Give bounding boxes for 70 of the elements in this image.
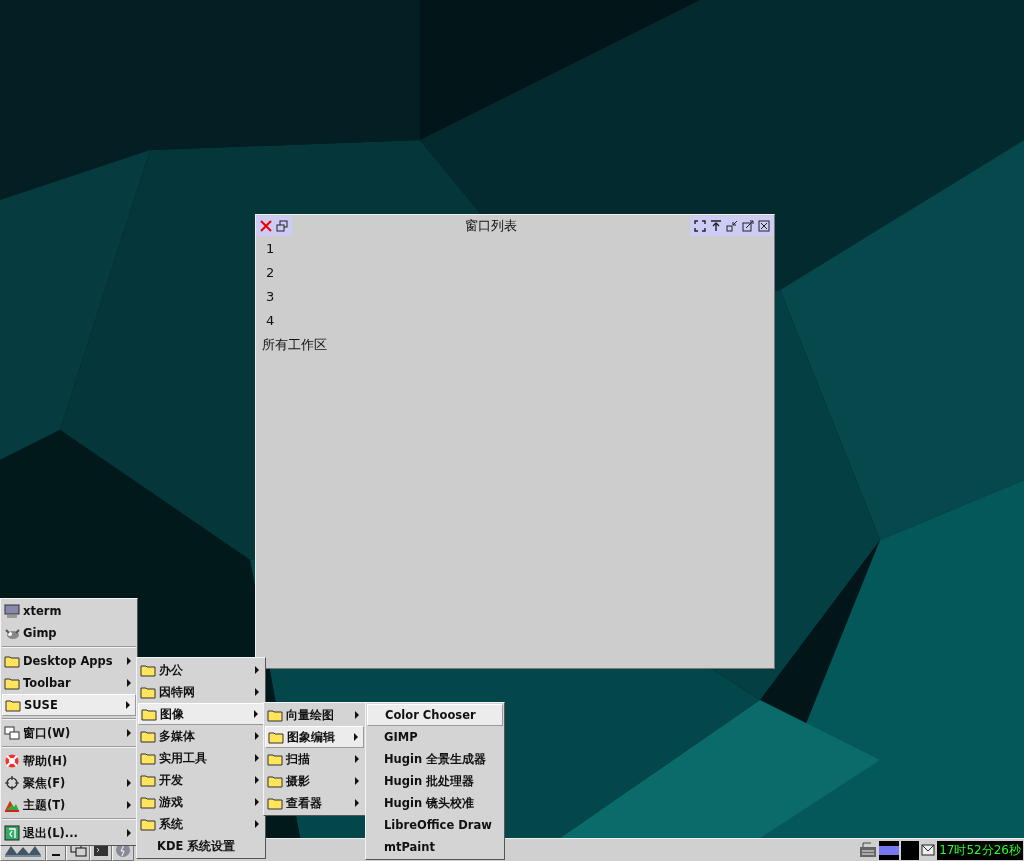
menu-item[interactable]: GIMP — [367, 726, 503, 748]
minimize-icon[interactable] — [725, 219, 739, 233]
folder-icon — [4, 675, 20, 691]
window-title: 窗口列表 — [464, 217, 518, 235]
menu-item[interactable]: mtPaint — [367, 836, 503, 858]
menu-item[interactable]: Toolbar — [2, 672, 136, 694]
menu-item[interactable]: 办公 — [138, 659, 264, 681]
network-meter-icon — [901, 840, 920, 860]
maximize-icon[interactable] — [741, 219, 755, 233]
monitor-icon — [4, 603, 20, 619]
menu-item[interactable]: SUSE — [2, 694, 136, 716]
folder-icon — [267, 707, 283, 723]
folder-icon — [4, 653, 20, 669]
menu-item[interactable]: 因特网 — [138, 681, 264, 703]
windows-icon — [4, 725, 20, 741]
list-item[interactable]: 3 — [256, 285, 275, 309]
menu-item[interactable]: KDE 系统设置 — [138, 835, 264, 857]
menu-item[interactable]: Hugin 批处理器 — [367, 770, 503, 792]
folder-icon — [140, 750, 156, 766]
menu-item[interactable]: Hugin 全景生成器 — [367, 748, 503, 770]
underscore-icon — [52, 854, 60, 856]
menu-item[interactable]: 帮助(H) — [2, 750, 136, 772]
menu-item[interactable]: 退出(L)... — [2, 822, 136, 844]
list-item[interactable]: 所有工作区 — [256, 333, 327, 357]
cpu-meter-icon — [879, 840, 900, 860]
folder-icon — [140, 794, 156, 810]
folder-icon — [141, 706, 157, 722]
folder-icon — [267, 751, 283, 767]
restore-icon[interactable] — [275, 219, 289, 233]
menu-item[interactable]: 图象编辑 — [265, 726, 364, 748]
folder-icon — [140, 684, 156, 700]
folder-icon — [140, 728, 156, 744]
menu-item[interactable]: 扫描 — [265, 748, 364, 770]
fullscreen-icon[interactable] — [693, 219, 707, 233]
folder-icon — [268, 729, 284, 745]
menu-item[interactable]: 向量绘图 — [265, 704, 364, 726]
menu-item[interactable]: 主题(T) — [2, 794, 136, 816]
menu-item[interactable]: 系统 — [138, 813, 264, 835]
clock: 17时52分26秒 — [937, 840, 1023, 860]
folder-icon — [140, 662, 156, 678]
raise-icon[interactable] — [709, 219, 723, 233]
mail-icon — [921, 844, 936, 856]
menu-item[interactable]: Color Chooser — [367, 704, 503, 726]
menu-item[interactable]: Desktop Apps — [2, 650, 136, 672]
menu-item[interactable]: 聚焦(F) — [2, 772, 136, 794]
list-item[interactable]: 1 — [256, 237, 275, 261]
menu-item[interactable]: 窗口(W) — [2, 722, 136, 744]
folder-icon — [140, 772, 156, 788]
exit-icon — [4, 825, 20, 841]
menu-item[interactable]: LibreOffice Draw — [367, 814, 503, 836]
menu-item[interactable]: 多媒体 — [138, 725, 264, 747]
menu-item[interactable]: 开发 — [138, 769, 264, 791]
menu-item[interactable]: Hugin 镜头校准 — [367, 792, 503, 814]
folder-icon — [267, 773, 283, 789]
crosshair-icon — [4, 775, 20, 791]
list-item[interactable]: 4 — [256, 309, 275, 333]
menu-item[interactable]: Gimp — [2, 622, 136, 644]
menu-item[interactable]: 图像 — [138, 703, 264, 725]
keyboard-icon — [859, 841, 878, 859]
folder-icon — [267, 795, 283, 811]
menu-item[interactable]: xterm — [2, 600, 136, 622]
close-icon[interactable] — [757, 219, 771, 233]
menu-item[interactable]: 摄影 — [265, 770, 364, 792]
menu-item[interactable]: 查看器 — [265, 792, 364, 814]
menu-item[interactable]: 实用工具 — [138, 747, 264, 769]
lifebuoy-icon — [4, 753, 20, 769]
folder-icon — [5, 697, 21, 713]
menu-item[interactable]: 游戏 — [138, 791, 264, 813]
list-item[interactable]: 2 — [256, 261, 275, 285]
folder-icon — [140, 816, 156, 832]
